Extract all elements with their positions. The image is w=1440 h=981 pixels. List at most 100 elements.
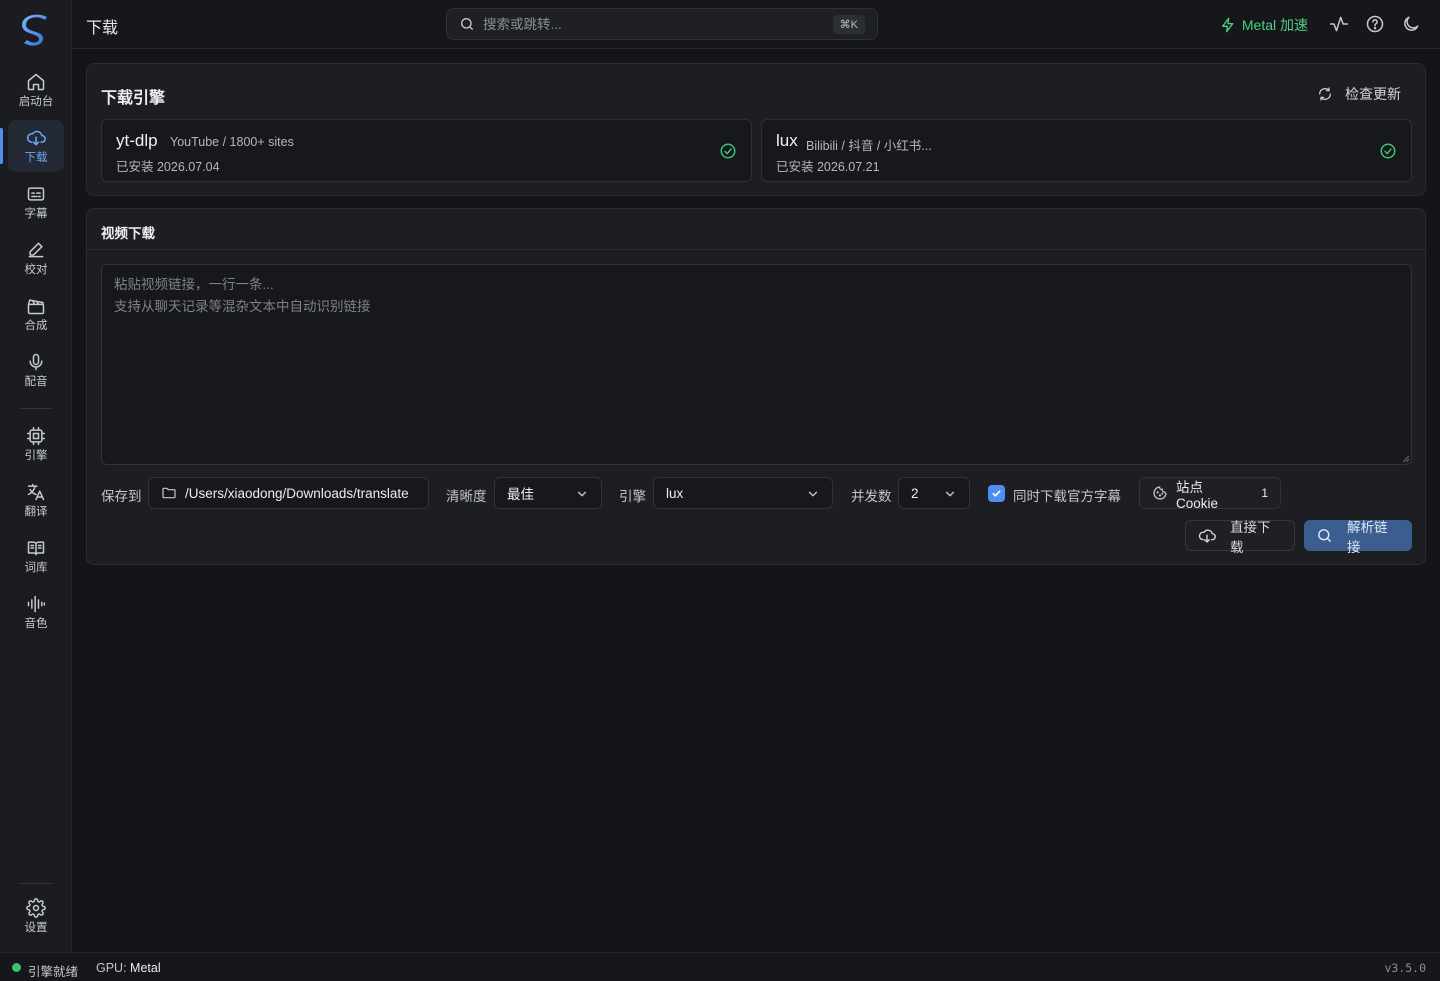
metal-label: Metal 加速 bbox=[1241, 17, 1308, 33]
search-icon bbox=[459, 16, 475, 32]
app-version: v3.5.0 bbox=[1384, 961, 1426, 975]
help-icon[interactable] bbox=[1365, 14, 1385, 34]
activity-icon[interactable] bbox=[1329, 14, 1349, 34]
engine-name: lux bbox=[776, 131, 798, 150]
statusbar: 引擎就绪 GPU: Metal v3.5.0 bbox=[0, 952, 1440, 981]
quality-value: 最佳 bbox=[507, 487, 534, 502]
active-indicator bbox=[0, 128, 3, 164]
engine-name: yt-dlp bbox=[116, 131, 158, 150]
mic-icon bbox=[26, 352, 46, 372]
subtitle-checkbox-label[interactable]: 同时下载官方字幕 bbox=[1013, 485, 1121, 505]
cookie-icon bbox=[1152, 485, 1168, 501]
check-update-button[interactable]: 检查更新 bbox=[1317, 84, 1401, 104]
engine-installed-version: 已安装 2026.07.21 bbox=[776, 160, 880, 174]
sidebar-item-label: 设置 bbox=[24, 921, 48, 934]
parse-links-button[interactable]: 解析链接 bbox=[1304, 520, 1412, 555]
gear-icon bbox=[26, 897, 46, 918]
sidebar-item-voice[interactable]: 音色 bbox=[8, 586, 64, 638]
direct-download-label: 直接下载 bbox=[1230, 519, 1271, 555]
sidebar-item-label: 音色 bbox=[24, 617, 48, 630]
save-to-label: 保存到 bbox=[101, 489, 142, 504]
sidebar-item-engine[interactable]: 引擎 bbox=[8, 418, 64, 470]
search-box[interactable]: ⌘K bbox=[446, 8, 878, 40]
sidebar-item-label: 翻译 bbox=[24, 505, 48, 518]
gpu-value: Metal bbox=[130, 961, 161, 975]
sidebar-item-dubbing[interactable]: 配音 bbox=[8, 344, 64, 396]
engine-card-yt-dlp[interactable]: yt-dlp YouTube / 1800+ sites 已安装 2026.07… bbox=[101, 119, 752, 182]
sidebar-item-translate[interactable]: 翻译 bbox=[8, 474, 64, 526]
translate-icon bbox=[26, 482, 46, 502]
sidebar-item-subtitles[interactable]: 字幕 bbox=[8, 176, 64, 228]
panel-title: 下载引擎 bbox=[101, 90, 166, 107]
concurrency-select[interactable]: 2 bbox=[898, 477, 970, 509]
gpu-info: GPU: Metal bbox=[96, 961, 161, 975]
chevron-down-icon bbox=[943, 487, 957, 501]
cpu-icon bbox=[26, 426, 46, 446]
sidebar-item-compose[interactable]: 合成 bbox=[8, 288, 64, 340]
waveform-icon bbox=[26, 594, 46, 614]
engine-desc: Bilibili / 抖音 / 小红书... bbox=[806, 139, 932, 153]
concurrency-label: 并发数 bbox=[851, 489, 892, 504]
concurrency-value: 2 bbox=[911, 485, 919, 501]
search-shortcut-badge: ⌘K bbox=[832, 15, 865, 34]
resize-grip-icon[interactable] bbox=[1401, 454, 1410, 463]
check-circle-icon bbox=[1379, 142, 1397, 160]
quality-select[interactable]: 最佳 bbox=[494, 477, 602, 509]
subtitle-checkbox[interactable] bbox=[988, 485, 1005, 502]
subtitles-icon bbox=[26, 184, 46, 204]
video-download-panel: 视频下载 保存到 /Users/xiaodong/Downloads/trans… bbox=[86, 208, 1426, 565]
app-logo[interactable] bbox=[16, 12, 56, 52]
cookie-count-badge: 1 bbox=[1261, 486, 1268, 500]
chevron-down-icon bbox=[575, 487, 589, 501]
engine-value: lux bbox=[666, 485, 684, 501]
quality-label: 清晰度 bbox=[446, 489, 487, 504]
engine-desc: YouTube / 1800+ sites bbox=[170, 135, 294, 149]
sidebar-divider bbox=[20, 883, 52, 884]
moon-icon[interactable] bbox=[1401, 14, 1421, 34]
engine-select[interactable]: lux bbox=[653, 477, 833, 509]
engine-installed-version: 已安装 2026.07.04 bbox=[116, 160, 220, 174]
sidebar-item-launchpad[interactable]: 启动台 bbox=[8, 64, 64, 116]
check-circle-icon bbox=[719, 142, 737, 160]
folder-icon bbox=[161, 485, 177, 501]
status-dot bbox=[12, 963, 21, 972]
site-cookie-label: 站点 Cookie bbox=[1176, 479, 1219, 511]
sidebar-item-label: 字幕 bbox=[24, 207, 48, 220]
direct-download-button[interactable]: 直接下载 bbox=[1185, 520, 1295, 555]
pen-icon bbox=[26, 240, 46, 260]
refresh-icon bbox=[1317, 86, 1333, 102]
search-input[interactable] bbox=[483, 16, 823, 32]
sidebar-item-settings[interactable]: 设置 bbox=[8, 890, 64, 942]
cloud-download-icon bbox=[26, 128, 46, 148]
book-icon bbox=[26, 538, 46, 558]
video-urls-textarea[interactable] bbox=[101, 264, 1412, 465]
sidebar-divider bbox=[20, 408, 52, 409]
sidebar-item-label: 下载 bbox=[24, 151, 48, 164]
save-path-picker[interactable]: /Users/xiaodong/Downloads/translate bbox=[148, 477, 429, 509]
save-path-value: /Users/xiaodong/Downloads/translate bbox=[185, 485, 409, 501]
sidebar-item-label: 启动台 bbox=[18, 95, 54, 108]
panel-header: 视频下载 bbox=[87, 209, 1425, 250]
cloud-download-icon bbox=[1198, 527, 1216, 545]
sidebar-item-label: 引擎 bbox=[24, 449, 48, 462]
panel-title: 视频下载 bbox=[101, 226, 155, 241]
engine-label: 引擎 bbox=[619, 489, 646, 504]
sidebar-item-label: 合成 bbox=[24, 319, 48, 332]
sidebar-item-glossary[interactable]: 词库 bbox=[8, 530, 64, 582]
clapperboard-icon bbox=[26, 296, 46, 316]
site-cookie-button[interactable]: 站点 Cookie 1 bbox=[1139, 477, 1281, 511]
sidebar-item-label: 校对 bbox=[24, 263, 48, 276]
page-title: 下载 bbox=[86, 20, 119, 37]
search-icon bbox=[1316, 527, 1333, 544]
metal-acceleration-status[interactable]: Metal 加速 bbox=[1220, 15, 1308, 35]
sidebar-item-download[interactable]: 下载 bbox=[8, 120, 64, 172]
sidebar: 启动台 下载 字幕 校对 合成 配音 引擎 翻译 词库 音色 设置 bbox=[0, 0, 72, 952]
topbar: 下载 ⌘K Metal 加速 bbox=[72, 0, 1440, 49]
chevron-down-icon bbox=[806, 487, 820, 501]
home-icon bbox=[26, 72, 46, 92]
lightning-icon bbox=[1220, 17, 1236, 33]
sidebar-item-proofread[interactable]: 校对 bbox=[8, 232, 64, 284]
check-update-label: 检查更新 bbox=[1345, 86, 1401, 102]
engine-card-lux[interactable]: lux Bilibili / 抖音 / 小红书... 已安装 2026.07.2… bbox=[761, 119, 1412, 182]
engine-status: 引擎就绪 bbox=[28, 965, 79, 979]
